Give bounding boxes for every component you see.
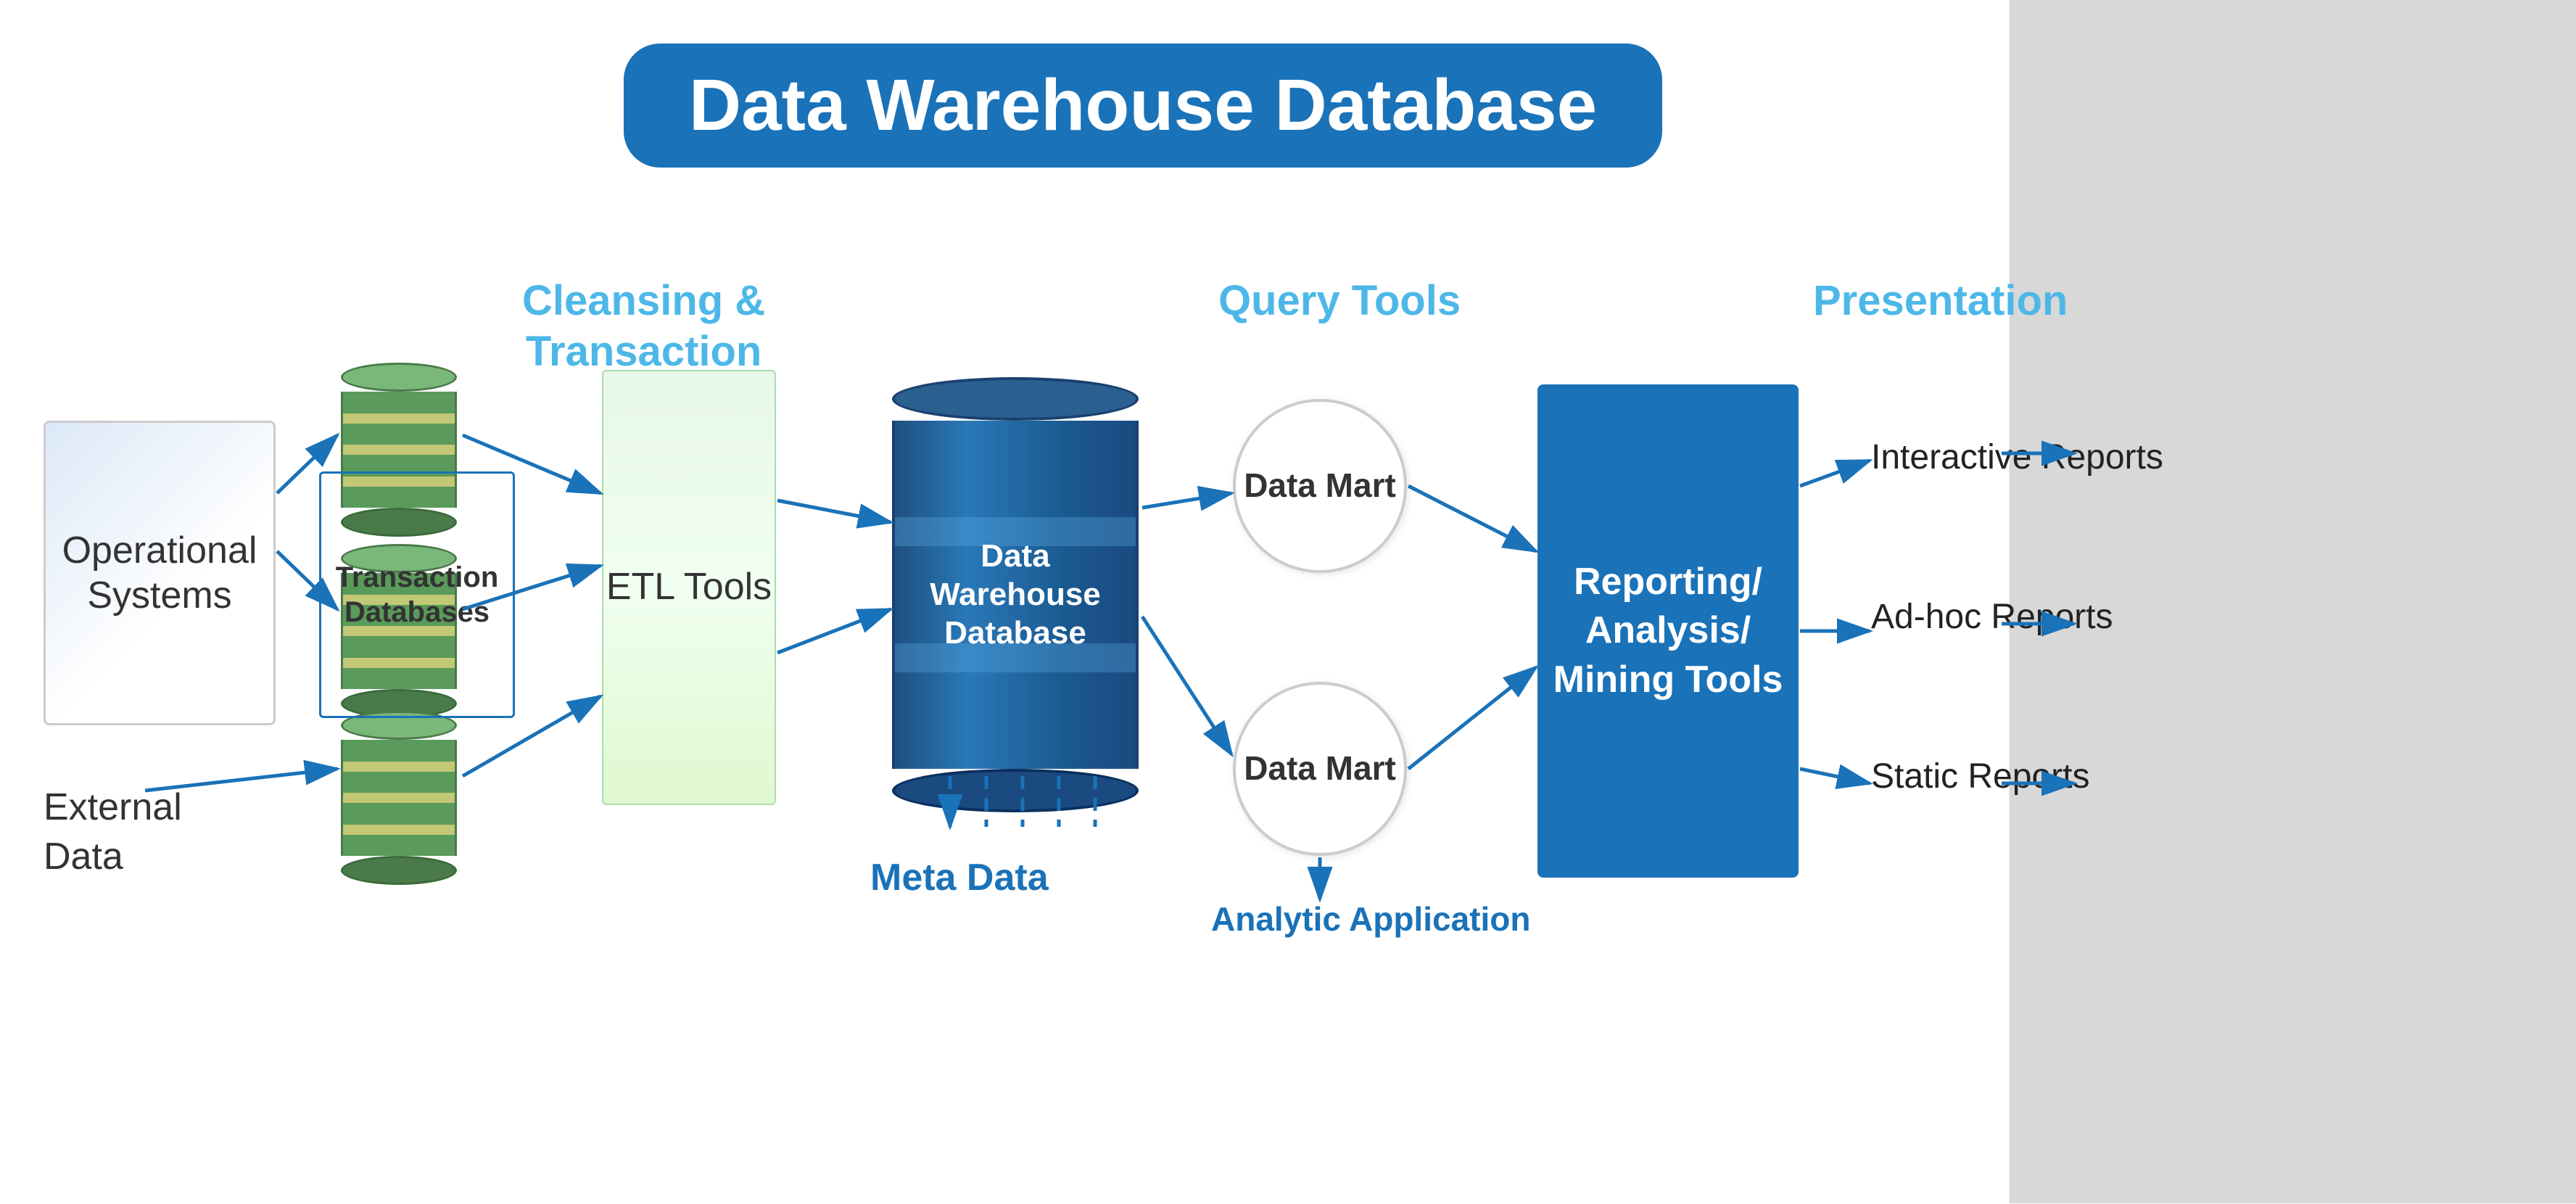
dw-body: Data Warehouse Database (892, 421, 1139, 769)
section-query: Query Tools (1218, 276, 1461, 326)
db-stripe (343, 825, 455, 835)
reporting-label: Reporting/ Analysis/ Mining Tools (1537, 558, 1799, 705)
dw-bottom (892, 769, 1139, 812)
db-stripe (343, 445, 455, 455)
reporting-box: Reporting/ Analysis/ Mining Tools (1537, 384, 1799, 878)
data-warehouse-label: Data Warehouse Database (930, 537, 1101, 652)
dw-top (892, 377, 1139, 421)
transaction-databases-box: Transaction Databases (319, 471, 515, 718)
diagram-area: Cleansing &Transaction Query Tools Prese… (0, 189, 2321, 1204)
data-mart-bottom: Data Mart (1233, 682, 1407, 856)
db-bottom (341, 856, 457, 885)
data-mart-top-label: Data Mart (1244, 466, 1396, 506)
page-title: Data Warehouse Database (689, 65, 1597, 146)
data-mart-top: Data Mart (1233, 399, 1407, 573)
analytic-application-label: Analytic Application (1211, 899, 1530, 939)
external-data-label: ExternalData (44, 783, 182, 881)
meta-data-label: Meta Data (870, 856, 1049, 899)
db-top (341, 363, 457, 392)
db-stripe (343, 762, 455, 772)
etl-tools-label: ETL Tools (606, 563, 772, 612)
data-warehouse-cylinder: Data Warehouse Database (892, 377, 1139, 812)
db-stripe (343, 793, 455, 803)
operational-systems-label: Operational Systems (46, 528, 273, 619)
section-presentation: Presentation (1813, 276, 2068, 326)
db-stripe (343, 413, 455, 424)
db-body (341, 740, 457, 856)
section-cleansing: Cleansing &Transaction (522, 276, 765, 376)
main-container: Data Warehouse Database Cleansing &Trans… (0, 0, 2576, 1203)
db-cylinder-bottom (341, 711, 457, 885)
transaction-databases-label: Transaction Databases (321, 560, 513, 630)
etl-tools-box: ETL Tools (602, 370, 776, 805)
operational-systems-box: Operational Systems (44, 421, 276, 725)
output-static: Static Reports (1871, 754, 2089, 799)
title-wrapper: Data Warehouse Database (0, 0, 2576, 168)
output-interactive: Interactive Reports (1871, 435, 2163, 480)
output-adhoc: Ad-hoc Reports (1871, 595, 2113, 640)
title-box: Data Warehouse Database (624, 44, 1662, 168)
dw-stripe (895, 643, 1136, 672)
data-mart-bottom-label: Data Mart (1244, 749, 1396, 788)
dw-stripe (895, 517, 1136, 546)
